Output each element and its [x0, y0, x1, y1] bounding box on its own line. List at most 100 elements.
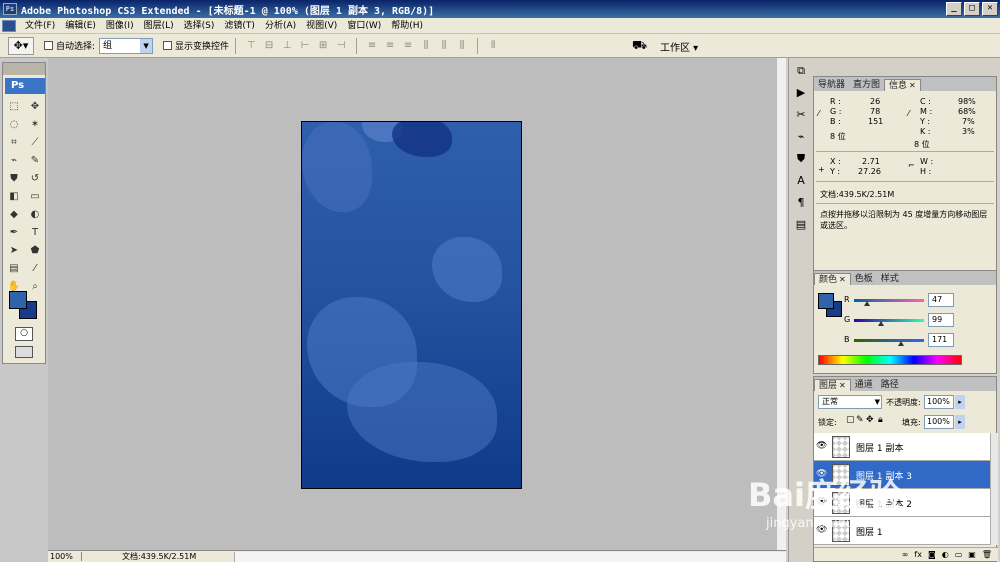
- lock-transparent-icon[interactable]: ▢: [846, 415, 855, 425]
- red-slider-thumb[interactable]: [864, 301, 870, 306]
- crop-tool-icon[interactable]: ⌗: [5, 134, 23, 151]
- menu-view[interactable]: 视图(V): [301, 18, 342, 34]
- close-icon[interactable]: ✕: [839, 381, 846, 390]
- lock-image-icon[interactable]: ✎: [856, 415, 864, 425]
- healing-brush-tool-icon[interactable]: ⌁: [5, 152, 23, 169]
- close-button[interactable]: ✕: [982, 2, 998, 16]
- menu-image[interactable]: 图像(I): [101, 18, 139, 34]
- workspace-menu[interactable]: 工作区 ▾: [660, 39, 698, 54]
- history-panel-icon[interactable]: ⧉: [792, 62, 810, 80]
- align-left-icon[interactable]: ⊢: [299, 40, 311, 52]
- align-vcenter-icon[interactable]: ⊟: [263, 40, 275, 52]
- tab-info[interactable]: 信息 ✕: [884, 79, 921, 91]
- lasso-tool-icon[interactable]: ◌: [5, 116, 23, 133]
- distribute-right-icon[interactable]: ⫼: [456, 40, 468, 52]
- move-tool-icon[interactable]: ✥: [26, 98, 44, 115]
- red-value-input[interactable]: 47: [928, 293, 954, 307]
- doc-size-info[interactable]: 文档:439.5K/2.51M: [122, 551, 196, 562]
- menu-window[interactable]: 窗口(W): [342, 18, 386, 34]
- toolbox-header[interactable]: [3, 63, 45, 75]
- eye-icon[interactable]: 👁︎: [816, 469, 828, 481]
- clone-stamp-tool-icon[interactable]: ⛊: [5, 170, 23, 187]
- menu-edit[interactable]: 编辑(E): [60, 18, 101, 34]
- layer-row[interactable]: 👁︎ 图层 1 副本 2: [814, 489, 990, 517]
- blue-slider[interactable]: [854, 339, 924, 342]
- dodge-tool-icon[interactable]: ◐: [26, 206, 44, 223]
- adjustment-layer-icon[interactable]: ◐: [942, 550, 949, 559]
- blue-slider-thumb[interactable]: [898, 341, 904, 346]
- eraser-tool-icon[interactable]: ◧: [5, 188, 23, 205]
- green-value-input[interactable]: 99: [928, 313, 954, 327]
- tool-presets-icon[interactable]: ✂: [792, 106, 810, 124]
- auto-select-checkbox[interactable]: [44, 41, 53, 50]
- menu-filter[interactable]: 滤镜(T): [219, 18, 260, 34]
- slice-tool-icon[interactable]: ⟋: [26, 134, 44, 151]
- pen-tool-icon[interactable]: ✒: [5, 224, 23, 241]
- character-panel-icon[interactable]: A: [792, 172, 810, 190]
- document-icon[interactable]: [2, 19, 16, 32]
- eye-icon[interactable]: 👁︎: [816, 441, 828, 453]
- fill-input[interactable]: 100%: [924, 415, 954, 429]
- brushes-panel-icon[interactable]: ⌁: [792, 128, 810, 146]
- distribute-left-icon[interactable]: ⫼: [420, 40, 432, 52]
- layer-row[interactable]: 👁︎ 图层 1 副本: [814, 433, 990, 461]
- delete-layer-icon[interactable]: 🗑︎: [982, 550, 992, 559]
- lock-all-icon[interactable]: 🔒︎: [878, 415, 883, 425]
- show-transform-checkbox[interactable]: [163, 41, 173, 50]
- history-brush-tool-icon[interactable]: ↺: [26, 170, 44, 187]
- add-mask-icon[interactable]: ◙: [928, 550, 936, 559]
- document-canvas[interactable]: [301, 121, 522, 489]
- menu-help[interactable]: 帮助(H): [386, 18, 428, 34]
- opacity-input[interactable]: 100%: [924, 395, 954, 409]
- zoom-tool-icon[interactable]: ⌕: [26, 278, 44, 295]
- magic-wand-tool-icon[interactable]: ✶: [26, 116, 44, 133]
- screen-mode-icon[interactable]: [15, 346, 33, 358]
- auto-select-dropdown[interactable]: 组 ▼: [99, 37, 154, 54]
- tab-navigator[interactable]: 导航器: [814, 79, 849, 91]
- marquee-tool-icon[interactable]: ⬚: [5, 98, 23, 115]
- maximize-button[interactable]: □: [964, 2, 980, 16]
- tab-histogram[interactable]: 直方图: [849, 79, 884, 91]
- tab-channels[interactable]: 通道: [851, 379, 877, 391]
- bridge-icon[interactable]: ⛟: [632, 38, 652, 54]
- vertical-scrollbar[interactable]: [776, 58, 786, 550]
- minimize-button[interactable]: _: [946, 2, 962, 16]
- tab-paths[interactable]: 路径: [877, 379, 903, 391]
- notes-tool-icon[interactable]: ▤: [5, 260, 23, 277]
- ps-logo[interactable]: Ps: [5, 78, 45, 94]
- align-hcenter-icon[interactable]: ⊞: [317, 40, 329, 52]
- foreground-color-swatch[interactable]: [9, 291, 27, 309]
- distribute-vcenter-icon[interactable]: ≡: [384, 40, 396, 52]
- tab-layers[interactable]: 图层 ✕: [814, 379, 851, 391]
- menu-select[interactable]: 选择(S): [179, 18, 220, 34]
- green-slider-thumb[interactable]: [878, 321, 884, 326]
- close-icon[interactable]: ✕: [839, 275, 846, 284]
- auto-align-icon[interactable]: ⫴: [487, 40, 499, 52]
- green-slider[interactable]: [854, 319, 924, 322]
- layer-row[interactable]: 👁︎ 图层 1: [814, 517, 990, 545]
- opacity-stepper-icon[interactable]: ▸: [955, 395, 965, 409]
- eye-icon[interactable]: 👁︎: [816, 497, 828, 509]
- tab-color[interactable]: 颜色 ✕: [814, 273, 851, 285]
- layers-scrollbar[interactable]: [990, 433, 998, 545]
- link-layers-icon[interactable]: ∞: [902, 550, 909, 559]
- horizontal-scrollbar[interactable]: [234, 552, 786, 562]
- layer-row-selected[interactable]: 👁︎ 图层 1 副本 3: [814, 461, 990, 489]
- clone-source-icon[interactable]: ⛊: [792, 150, 810, 168]
- distribute-hcenter-icon[interactable]: ⫼: [438, 40, 450, 52]
- paragraph-panel-icon[interactable]: ¶: [792, 194, 810, 212]
- close-icon[interactable]: ✕: [909, 81, 916, 90]
- tab-styles[interactable]: 样式: [877, 273, 903, 285]
- actions-panel-icon[interactable]: ▶: [792, 84, 810, 102]
- align-right-icon[interactable]: ⊣: [335, 40, 347, 52]
- color-spectrum-bar[interactable]: [818, 355, 962, 365]
- type-tool-icon[interactable]: T: [26, 224, 44, 241]
- eye-icon[interactable]: 👁︎: [816, 525, 828, 537]
- new-layer-icon[interactable]: ▣: [968, 550, 976, 559]
- menu-file[interactable]: 文件(F): [20, 18, 60, 34]
- shape-tool-icon[interactable]: ⬟: [26, 242, 44, 259]
- layer-comps-icon[interactable]: ▤: [792, 216, 810, 234]
- layer-style-icon[interactable]: fx: [914, 550, 922, 559]
- tab-swatches[interactable]: 色板: [851, 273, 877, 285]
- blend-mode-dropdown[interactable]: 正常 ▼: [818, 395, 882, 409]
